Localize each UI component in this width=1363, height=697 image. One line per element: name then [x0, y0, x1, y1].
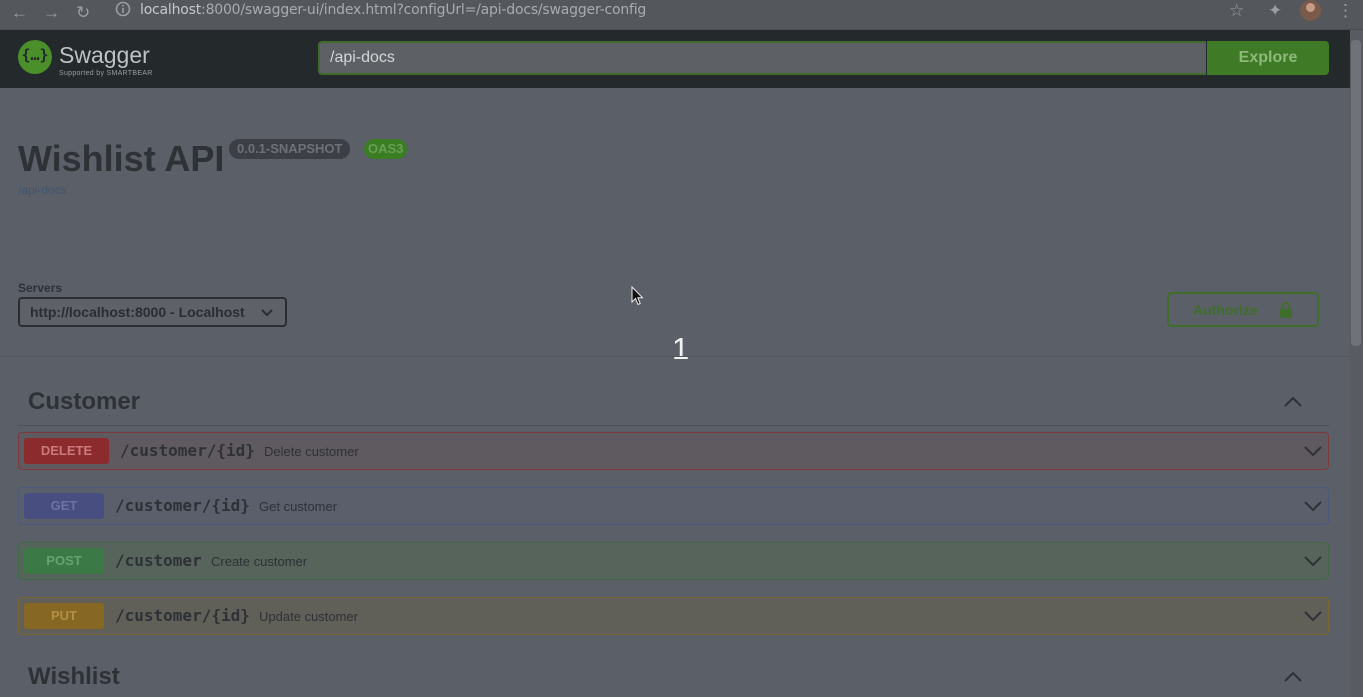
version-badge: 0.0.1-SNAPSHOT	[229, 139, 351, 159]
info-icon[interactable]	[115, 1, 131, 17]
url-host: localhost	[140, 2, 202, 18]
method-badge: GET	[24, 493, 104, 519]
chevron-up-icon[interactable]	[1283, 394, 1303, 408]
operation-path: /customer/{id}	[120, 441, 255, 460]
operation-get-customer[interactable]: GET /customer/{id} Get customer	[18, 487, 1329, 525]
forward-icon[interactable]: →	[43, 3, 60, 23]
tag-customer-title[interactable]: Customer	[28, 388, 140, 416]
back-icon[interactable]: ←	[11, 3, 28, 23]
api-docs-link[interactable]: /api-docs	[18, 183, 67, 197]
method-badge: DELETE	[24, 438, 109, 464]
browser-toolbar: ← → ↻ localhost:8000/swagger-ui/index.ht…	[0, 0, 1363, 30]
authorize-label: Authorize	[1193, 302, 1258, 318]
server-selected-value: http://localhost:8000 - Localhost	[30, 304, 245, 320]
method-badge: PUT	[24, 603, 104, 629]
operation-delete-customer[interactable]: DELETE /customer/{id} Delete customer	[18, 432, 1329, 470]
divider	[0, 356, 1350, 357]
logo-subtitle: Supported by SMARTBEAR	[59, 70, 153, 77]
explore-button[interactable]: Explore	[1207, 41, 1329, 75]
tag-divider	[18, 425, 1329, 426]
reload-icon[interactable]: ↻	[76, 3, 90, 23]
server-select[interactable]: http://localhost:8000 - Localhost	[18, 297, 287, 327]
authorize-button[interactable]: Authorize	[1167, 292, 1319, 327]
avatar[interactable]	[1300, 0, 1321, 21]
star-icon[interactable]: ☆	[1229, 1, 1244, 21]
mouse-cursor-icon	[631, 286, 644, 306]
swagger-topbar: {…} Swagger Supported by SMARTBEAR /api-…	[0, 30, 1350, 88]
oas-badge: OAS3	[364, 139, 408, 159]
chevron-down-icon[interactable]	[1304, 500, 1322, 512]
operation-path: /customer/{id}	[115, 496, 250, 515]
spec-url-input[interactable]: /api-docs	[318, 41, 1206, 75]
operation-put-customer[interactable]: PUT /customer/{id} Update customer	[18, 597, 1329, 635]
chevron-down-icon[interactable]	[1304, 555, 1322, 567]
url-path: :8000/swagger-ui/index.html?configUrl=/a…	[201, 2, 647, 18]
chevron-down-icon[interactable]	[1304, 445, 1322, 457]
swagger-logo-icon[interactable]: {…}	[18, 40, 52, 74]
operation-path: /customer	[115, 551, 202, 570]
tag-wishlist-title[interactable]: Wishlist	[28, 663, 120, 691]
scrollbar-thumb[interactable]	[1351, 40, 1361, 346]
operation-summary: Update customer	[259, 609, 358, 624]
operation-summary: Delete customer	[264, 444, 359, 459]
page-title: Wishlist API	[18, 138, 225, 179]
method-badge: POST	[24, 548, 104, 574]
chevron-down-icon[interactable]	[1304, 610, 1322, 622]
chevron-up-icon[interactable]	[1283, 669, 1303, 683]
servers-label: Servers	[18, 281, 63, 295]
address-bar[interactable]: localhost:8000/swagger-ui/index.html?con…	[140, 2, 646, 18]
operation-post-customer[interactable]: POST /customer Create customer	[18, 542, 1329, 580]
menu-icon[interactable]: ⋮	[1337, 1, 1354, 21]
operation-summary: Create customer	[211, 554, 308, 569]
lock-icon	[1280, 302, 1292, 318]
chevron-down-icon	[261, 309, 273, 317]
logo-text: Swagger	[59, 42, 150, 68]
extensions-icon[interactable]: ✦	[1268, 1, 1282, 21]
step-number-overlay: 1	[672, 331, 690, 366]
operation-path: /customer/{id}	[115, 606, 250, 625]
operation-summary: Get customer	[259, 499, 338, 514]
